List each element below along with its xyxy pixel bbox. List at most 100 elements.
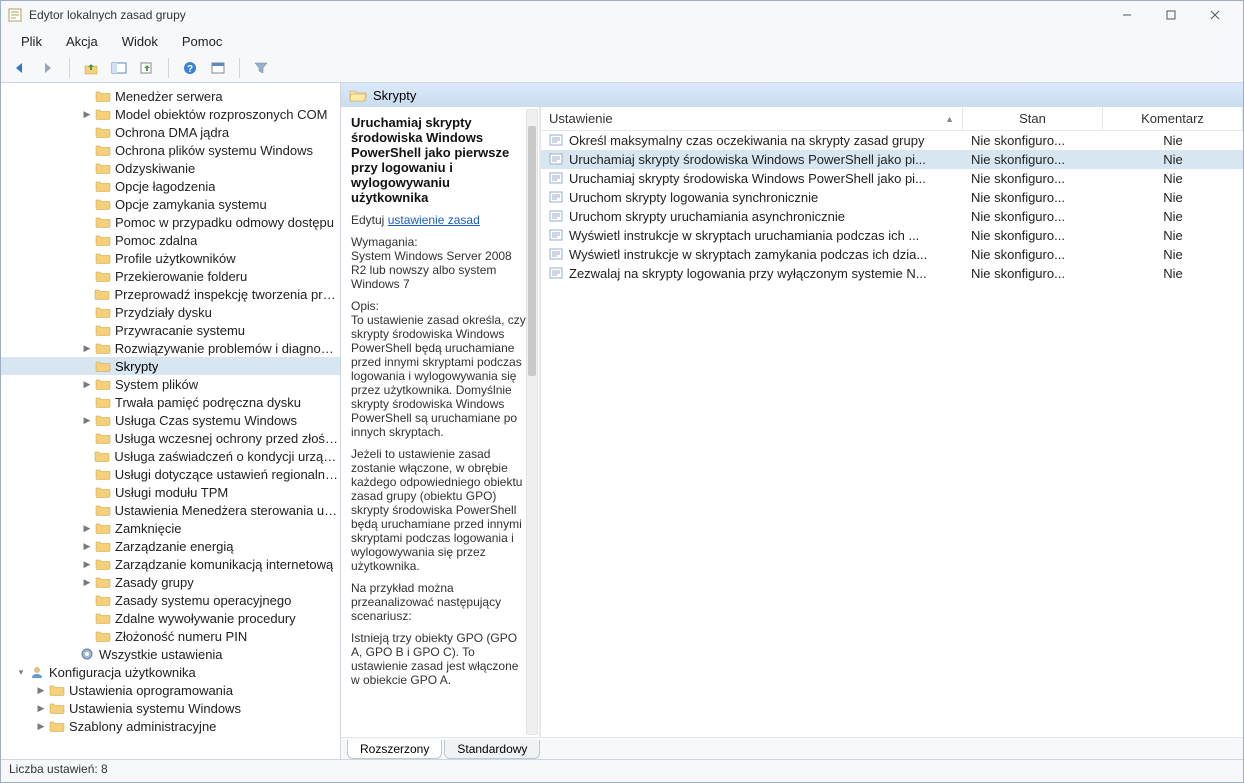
expand-arrow-icon[interactable]: ▶ bbox=[35, 721, 47, 732]
back-button[interactable] bbox=[9, 57, 31, 79]
tree-node[interactable]: Wszystkie ustawienia bbox=[1, 645, 340, 663]
tree-node[interactable]: Złożoność numeru PIN bbox=[1, 627, 340, 645]
statusbar: Liczba ustawień: 8 bbox=[1, 760, 1243, 782]
cell-state: Nie skonfiguro... bbox=[963, 266, 1103, 281]
tree-node[interactable]: Zasady systemu operacyjnego bbox=[1, 591, 340, 609]
menu-file[interactable]: Plik bbox=[11, 32, 52, 51]
show-hide-tree-icon[interactable] bbox=[108, 57, 130, 79]
column-setting[interactable]: Ustawienie ▲ bbox=[541, 107, 963, 130]
tree-node[interactable]: ▶Model obiektów rozproszonych COM bbox=[1, 105, 340, 123]
menu-action[interactable]: Akcja bbox=[56, 32, 108, 51]
tree-node[interactable]: Zdalne wywoływanie procedury bbox=[1, 609, 340, 627]
expand-arrow-icon[interactable]: ▶ bbox=[81, 415, 93, 426]
tab-extended[interactable]: Rozszerzony bbox=[347, 740, 442, 759]
cell-setting: Zezwalaj na skrypty logowania przy wyłąc… bbox=[541, 266, 963, 281]
expand-arrow-icon[interactable]: ▶ bbox=[35, 685, 47, 696]
tree-node[interactable]: Przywracanie systemu bbox=[1, 321, 340, 339]
tree-node[interactable]: Profile użytkowników bbox=[1, 249, 340, 267]
expand-arrow-icon[interactable]: ▶ bbox=[81, 523, 93, 534]
forward-button[interactable] bbox=[37, 57, 59, 79]
export-list-icon[interactable] bbox=[136, 57, 158, 79]
tree-label: Pomoc w przypadku odmowy dostępu bbox=[115, 215, 334, 230]
tree-node[interactable]: ▶Zamknięcie bbox=[1, 519, 340, 537]
toolbar: ? bbox=[1, 53, 1243, 83]
expand-arrow-icon[interactable]: ▶ bbox=[35, 703, 47, 714]
tree-node[interactable]: ▾Konfiguracja użytkownika bbox=[1, 663, 340, 681]
close-button[interactable] bbox=[1193, 1, 1237, 29]
tree-node[interactable]: ▶System plików bbox=[1, 375, 340, 393]
expand-arrow-icon[interactable]: ▶ bbox=[81, 343, 93, 354]
folder-icon bbox=[95, 89, 111, 103]
tree-node[interactable]: Skrypty bbox=[1, 357, 340, 375]
list-row[interactable]: Uruchom skrypty uruchamiania asynchronic… bbox=[541, 207, 1243, 226]
expand-arrow-icon[interactable]: ▶ bbox=[81, 379, 93, 390]
detail-scrollbar[interactable] bbox=[526, 109, 538, 735]
minimize-button[interactable] bbox=[1105, 1, 1149, 29]
tree-node[interactable]: Ochrona plików systemu Windows bbox=[1, 141, 340, 159]
list-row[interactable]: Wyświetl instrukcje w skryptach zamykani… bbox=[541, 245, 1243, 264]
tree-node[interactable]: Trwała pamięć podręczna dysku bbox=[1, 393, 340, 411]
app-icon bbox=[7, 7, 23, 23]
tree-node[interactable]: ▶Zarządzanie komunikacją internetową bbox=[1, 555, 340, 573]
tree-node[interactable]: Przekierowanie folderu bbox=[1, 267, 340, 285]
tree-node[interactable]: Odzyskiwanie bbox=[1, 159, 340, 177]
tree-label: Ustawienia oprogramowania bbox=[69, 683, 233, 698]
tree-node[interactable]: ▶Zasady grupy bbox=[1, 573, 340, 591]
main-area: Menedżer serwera▶Model obiektów rozprosz… bbox=[1, 83, 1243, 760]
tree-node[interactable]: Usługa zaświadczeń o kondycji urządzeń bbox=[1, 447, 340, 465]
maximize-button[interactable] bbox=[1149, 1, 1193, 29]
list-row[interactable]: Uruchom skrypty logowania synchronicznie… bbox=[541, 188, 1243, 207]
tree-scroll[interactable]: Menedżer serwera▶Model obiektów rozprosz… bbox=[1, 83, 340, 759]
right-panel: Skrypty Uruchamiaj skrypty środowiska Wi… bbox=[341, 83, 1243, 759]
expand-arrow-icon[interactable]: ▾ bbox=[15, 667, 27, 678]
cell-state: Nie skonfiguro... bbox=[963, 152, 1103, 167]
folder-icon bbox=[95, 161, 111, 175]
list-row[interactable]: Wyświetl instrukcje w skryptach uruchami… bbox=[541, 226, 1243, 245]
column-state[interactable]: Stan bbox=[963, 107, 1103, 130]
tree-node[interactable]: Opcje zamykania systemu bbox=[1, 195, 340, 213]
expand-arrow-icon[interactable]: ▶ bbox=[81, 109, 93, 120]
list-row[interactable]: Uruchamiaj skrypty środowiska Windows Po… bbox=[541, 169, 1243, 188]
tree-node[interactable]: Opcje łagodzenia bbox=[1, 177, 340, 195]
filter-icon[interactable] bbox=[250, 57, 272, 79]
tree-node[interactable]: Pomoc w przypadku odmowy dostępu bbox=[1, 213, 340, 231]
help-icon[interactable]: ? bbox=[179, 57, 201, 79]
tree-node[interactable]: ▶ Ustawienia oprogramowania bbox=[1, 681, 340, 699]
tree-node[interactable]: Ustawienia Menedżera sterowania usług bbox=[1, 501, 340, 519]
tree-label: Złożoność numeru PIN bbox=[115, 629, 247, 644]
tree-node[interactable]: ▶Usługa Czas systemu Windows bbox=[1, 411, 340, 429]
menu-help[interactable]: Pomoc bbox=[172, 32, 232, 51]
tree-node[interactable]: ▶Zarządzanie energią bbox=[1, 537, 340, 555]
app-window: Edytor lokalnych zasad grupy Plik Akcja … bbox=[0, 0, 1244, 783]
tree-label: Przeprowadź inspekcję tworzenia proces bbox=[114, 287, 340, 302]
tree-node[interactable]: Usługa wczesnej ochrony przed złośliwy bbox=[1, 429, 340, 447]
list-body[interactable]: Określ maksymalny czas oczekiwania na sk… bbox=[541, 131, 1243, 737]
folder-icon bbox=[95, 359, 111, 373]
tree-node[interactable]: Przydziały dysku bbox=[1, 303, 340, 321]
tree-node[interactable]: Ochrona DMA jądra bbox=[1, 123, 340, 141]
menu-view[interactable]: Widok bbox=[112, 32, 168, 51]
tree-node[interactable]: ▶Ustawienia systemu Windows bbox=[1, 699, 340, 717]
tree-node[interactable]: Menedżer serwera bbox=[1, 87, 340, 105]
folder-open-icon bbox=[349, 88, 367, 102]
tree-node[interactable]: Przeprowadź inspekcję tworzenia proces bbox=[1, 285, 340, 303]
folder-icon bbox=[95, 341, 111, 355]
edit-policy-link[interactable]: ustawienie zasad bbox=[388, 213, 480, 227]
list-row[interactable]: Określ maksymalny czas oczekiwania na sk… bbox=[541, 131, 1243, 150]
up-one-level-icon[interactable] bbox=[80, 57, 102, 79]
properties-icon[interactable] bbox=[207, 57, 229, 79]
tab-standard[interactable]: Standardowy bbox=[444, 740, 540, 759]
tree-node[interactable]: ▶Rozwiązywanie problemów i diagnostyk bbox=[1, 339, 340, 357]
column-comment[interactable]: Komentarz bbox=[1103, 107, 1243, 130]
tree-node[interactable]: Usługi dotyczące ustawień regionalnych bbox=[1, 465, 340, 483]
cell-setting: Uruchamiaj skrypty środowiska Windows Po… bbox=[541, 171, 963, 186]
cell-state: Nie skonfiguro... bbox=[963, 190, 1103, 205]
list-row[interactable]: Zezwalaj na skrypty logowania przy wyłąc… bbox=[541, 264, 1243, 283]
expand-arrow-icon[interactable]: ▶ bbox=[81, 559, 93, 570]
tree-node[interactable]: ▶Szablony administracyjne bbox=[1, 717, 340, 735]
expand-arrow-icon[interactable]: ▶ bbox=[81, 577, 93, 588]
list-row[interactable]: Uruchamiaj skrypty środowiska Windows Po… bbox=[541, 150, 1243, 169]
tree-node[interactable]: Pomoc zdalna bbox=[1, 231, 340, 249]
expand-arrow-icon[interactable]: ▶ bbox=[81, 541, 93, 552]
tree-node[interactable]: Usługi modułu TPM bbox=[1, 483, 340, 501]
